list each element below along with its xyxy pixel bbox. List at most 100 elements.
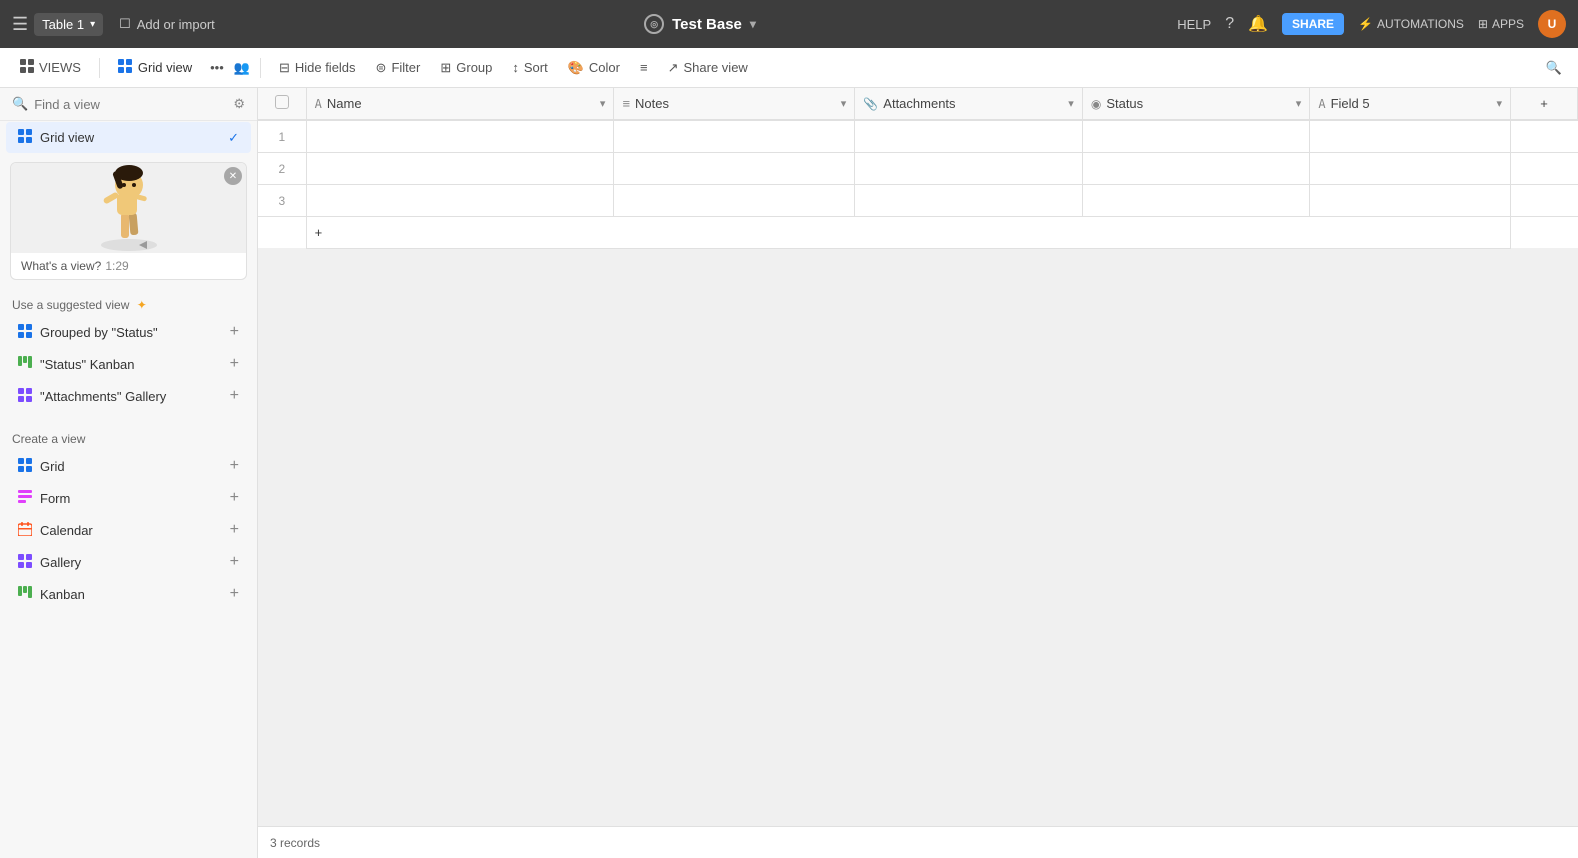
td-name-3[interactable] [306, 184, 614, 216]
th-field5[interactable]: A Field 5 ▾ [1310, 88, 1511, 120]
views-grid-icon [20, 59, 34, 76]
top-bar-right: HELP ? 🔔 SHARE ⚡ AUTOMATIONS ⊞ APPS U [1177, 10, 1566, 38]
automations-button[interactable]: ⚡ AUTOMATIONS [1358, 17, 1464, 31]
suggested-gallery[interactable]: "Attachments" Gallery + [6, 381, 251, 411]
table-row: 2 [258, 152, 1578, 184]
notification-icon[interactable]: 🔔 [1248, 14, 1268, 34]
td-name-2[interactable] [306, 152, 614, 184]
filter-button[interactable]: ⊜ Filter [368, 56, 429, 80]
group-button[interactable]: ⊞ Group [432, 56, 500, 80]
grid-table-wrapper[interactable]: A Name ▾ ≡ Notes ▾ [258, 88, 1578, 826]
add-grid-view[interactable]: + [230, 457, 239, 475]
filter-icon: ⊜ [376, 60, 387, 76]
add-suggested-1[interactable]: + [230, 355, 239, 373]
create-gallery[interactable]: Gallery + [6, 547, 251, 577]
td-field5-2[interactable] [1310, 152, 1511, 184]
td-attachments-1[interactable] [855, 120, 1083, 152]
add-calendar-view[interactable]: + [230, 521, 239, 539]
header-checkbox[interactable] [275, 95, 289, 109]
sort-icon: ↕ [512, 60, 519, 75]
grid-area: A Name ▾ ≡ Notes ▾ [258, 88, 1578, 858]
td-field5-3[interactable] [1310, 184, 1511, 216]
name-col-menu[interactable]: ▾ [600, 97, 606, 110]
create-kanban[interactable]: Kanban + [6, 579, 251, 609]
th-add-col[interactable]: + [1511, 88, 1578, 120]
user-avatar[interactable]: U [1538, 10, 1566, 38]
views-button[interactable]: VIEWS [12, 55, 89, 80]
td-check-1[interactable]: 1 [258, 120, 306, 152]
th-notes[interactable]: ≡ Notes ▾ [614, 88, 855, 120]
sidebar-media-card: ✕ What's a view? 1:29 [10, 162, 247, 280]
td-notes-1[interactable] [614, 120, 855, 152]
th-name[interactable]: A Name ▾ [306, 88, 614, 120]
td-check-2[interactable]: 2 [258, 152, 306, 184]
db-chevron[interactable]: ▾ [750, 17, 756, 31]
td-attachments-2[interactable] [855, 152, 1083, 184]
td-status-3[interactable] [1082, 184, 1310, 216]
td-notes-2[interactable] [614, 152, 855, 184]
status-col-menu[interactable]: ▾ [1296, 97, 1302, 110]
add-import-button[interactable]: ☐ Add or import [111, 12, 223, 36]
td-check-3[interactable]: 3 [258, 184, 306, 216]
suggested-kanban[interactable]: "Status" Kanban + [6, 349, 251, 379]
td-attachments-3[interactable] [855, 184, 1083, 216]
add-suggested-2[interactable]: + [230, 387, 239, 405]
apps-button[interactable]: ⊞ APPS [1478, 17, 1524, 31]
search-icon-sidebar: 🔍 [12, 96, 28, 112]
td-add-3 [1511, 184, 1578, 216]
create-grid[interactable]: Grid + [6, 451, 251, 481]
th-attachments[interactable]: 📎 Attachments ▾ [855, 88, 1083, 120]
help-icon[interactable]: ? [1225, 15, 1234, 33]
more-options-button[interactable]: ••• [204, 56, 230, 79]
th-status[interactable]: ◉ Status ▾ [1082, 88, 1310, 120]
media-thumbnail[interactable] [11, 163, 246, 253]
collab-icon[interactable]: 👥 [234, 60, 250, 76]
attach-col-menu[interactable]: ▾ [1068, 97, 1074, 110]
field5-col-menu[interactable]: ▾ [1497, 97, 1503, 110]
sidebar: 🔍 ⚙ Grid view ✓ [0, 88, 258, 858]
media-close-button[interactable]: ✕ [224, 167, 242, 185]
create-form[interactable]: Form + [6, 483, 251, 513]
add-row-button[interactable]: + [306, 216, 1510, 248]
add-kanban-view[interactable]: + [230, 585, 239, 603]
grouped-icon [18, 324, 32, 341]
divider-1 [99, 58, 100, 78]
td-status-2[interactable] [1082, 152, 1310, 184]
td-notes-3[interactable] [614, 184, 855, 216]
table-chevron: ▾ [90, 19, 95, 30]
form-create-icon [18, 490, 32, 507]
hide-fields-button[interactable]: ⊟ Hide fields [271, 56, 364, 80]
grid-view-tab[interactable]: Grid view [110, 55, 200, 80]
notes-col-menu[interactable]: ▾ [841, 97, 847, 110]
sidebar-item-grid-view[interactable]: Grid view ✓ [6, 122, 251, 153]
help-label[interactable]: HELP [1177, 17, 1211, 32]
automations-icon: ⚡ [1358, 17, 1373, 31]
media-title: What's a view? [21, 259, 101, 273]
hamburger-icon[interactable]: ☰ [12, 14, 28, 35]
sidebar-search-area: 🔍 ⚙ [0, 88, 257, 121]
suggested-grouped-status[interactable]: Grouped by "Status" + [6, 317, 251, 347]
settings-icon[interactable]: ⚙ [233, 96, 245, 112]
th-checkbox[interactable] [258, 88, 306, 120]
td-field5-1[interactable] [1310, 120, 1511, 152]
search-input[interactable] [34, 97, 227, 112]
table-selector[interactable]: Table 1 ▾ [34, 13, 103, 36]
share-button[interactable]: SHARE [1282, 13, 1344, 35]
gallery-create-icon [18, 554, 32, 571]
notes-col-type-icon: ≡ [622, 96, 630, 111]
media-label: What's a view? 1:29 [11, 253, 246, 279]
color-button[interactable]: 🎨 Color [560, 56, 628, 80]
add-suggested-0[interactable]: + [230, 323, 239, 341]
sort-button[interactable]: ↕ Sort [504, 56, 555, 79]
row-height-button[interactable]: ≡ [632, 56, 656, 79]
td-name-1[interactable] [306, 120, 614, 152]
search-icon[interactable]: 🔍 [1542, 56, 1566, 79]
table-row: 1 [258, 120, 1578, 152]
td-status-1[interactable] [1082, 120, 1310, 152]
add-gallery-view[interactable]: + [230, 553, 239, 571]
create-calendar[interactable]: Calendar + [6, 515, 251, 545]
add-form-view[interactable]: + [230, 489, 239, 507]
share-view-button[interactable]: ↗ Share view [660, 56, 756, 80]
add-row[interactable]: + [258, 216, 1578, 248]
row-height-icon: ≡ [640, 60, 648, 75]
